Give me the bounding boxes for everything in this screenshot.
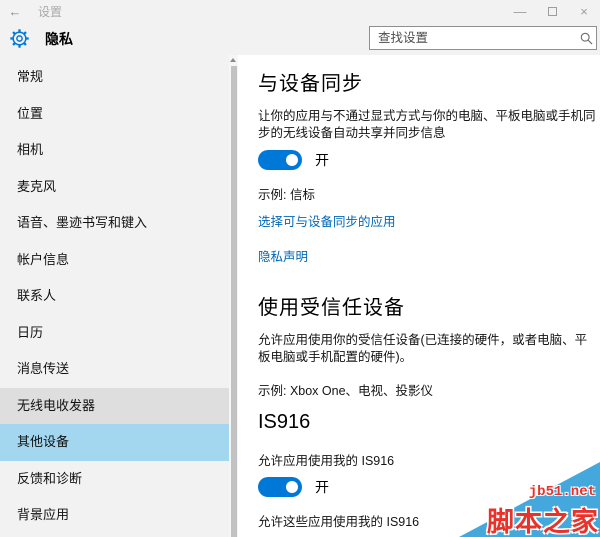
allow-apps-use-is916-label: 允许应用使用我的 IS916 [258,454,395,468]
main-content: 与设备同步 让你的应用与不通过显式方式与你的电脑、平板电脑或手机同步的无线设备自… [238,55,600,537]
trusted-description: 允许应用使用你的受信任设备(已连接的硬件，或者电脑、平板电脑或手机配置的硬件)。 [258,333,588,364]
sidebar: 常规 位置 相机 麦克风 语音、墨迹书写和键入 帐户信息 联系人 日历 消息传送… [0,55,229,537]
sync-toggle-state-label: 开 [315,152,329,168]
search-icon [576,32,596,45]
window-controls: — × [504,0,600,22]
minimize-button[interactable]: — [504,0,536,22]
device-title-is916: IS916 [258,411,311,433]
choose-sync-apps-link[interactable]: 选择可与设备同步的应用 [258,211,396,230]
page-header: 隐私 [0,22,600,55]
sidebar-item-background-apps[interactable]: 背景应用 [0,497,229,534]
body: 常规 位置 相机 麦克风 语音、墨迹书写和键入 帐户信息 联系人 日历 消息传送… [0,55,600,537]
section-title-sync-with-devices: 与设备同步 [258,73,363,95]
sidebar-item-speech-inking-typing[interactable]: 语音、墨迹书写和键入 [0,205,229,242]
sidebar-item-calendar[interactable]: 日历 [0,315,229,352]
window-title: 设置 [38,4,63,19]
is916-toggle-state-label: 开 [315,479,329,495]
sidebar-item-other-devices[interactable]: 其他设备 [0,424,229,461]
sidebar-item-messaging[interactable]: 消息传送 [0,351,229,388]
allow-these-apps-label: 允许这些应用使用我的 IS916 [258,515,420,529]
sidebar-item-feedback-diagnostics[interactable]: 反馈和诊断 [0,461,229,498]
sidebar-item-account-info[interactable]: 帐户信息 [0,242,229,279]
sync-example-text: 示例: 信标 [258,188,315,202]
toggle-knob [286,481,298,493]
toggle-knob [286,154,298,166]
scrollbar[interactable] [229,55,238,537]
scrollbar-up-arrow-icon[interactable] [230,58,236,62]
sidebar-item-contacts[interactable]: 联系人 [0,278,229,315]
search-box[interactable] [369,26,597,50]
scrollbar-thumb[interactable] [230,66,237,537]
is916-toggle[interactable] [258,477,302,497]
search-input[interactable] [370,31,576,45]
sidebar-item-radios[interactable]: 无线电收发器 [0,387,229,424]
back-arrow-icon[interactable]: ← [0,4,30,19]
sidebar-item-general[interactable]: 常规 [0,59,229,96]
sidebar-item-microphone[interactable]: 麦克风 [0,169,229,206]
close-button[interactable]: × [568,0,600,22]
sync-toggle[interactable] [258,150,302,170]
sidebar-item-camera[interactable]: 相机 [0,132,229,169]
titlebar: ← 设置 — × [0,0,600,22]
section-title-trusted-devices: 使用受信任设备 [258,297,405,319]
page-title: 隐私 [45,30,73,47]
privacy-statement-link[interactable]: 隐私声明 [258,246,308,265]
sidebar-item-location[interactable]: 位置 [0,96,229,133]
settings-gear-icon [9,28,30,49]
maximize-button[interactable] [536,0,568,22]
sync-description: 让你的应用与不通过显式方式与你的电脑、平板电脑或手机同步的无线设备自动共享并同步… [258,109,596,140]
trusted-example-text: 示例: Xbox One、电视、投影仪 [258,384,434,398]
maximize-icon [547,6,557,16]
